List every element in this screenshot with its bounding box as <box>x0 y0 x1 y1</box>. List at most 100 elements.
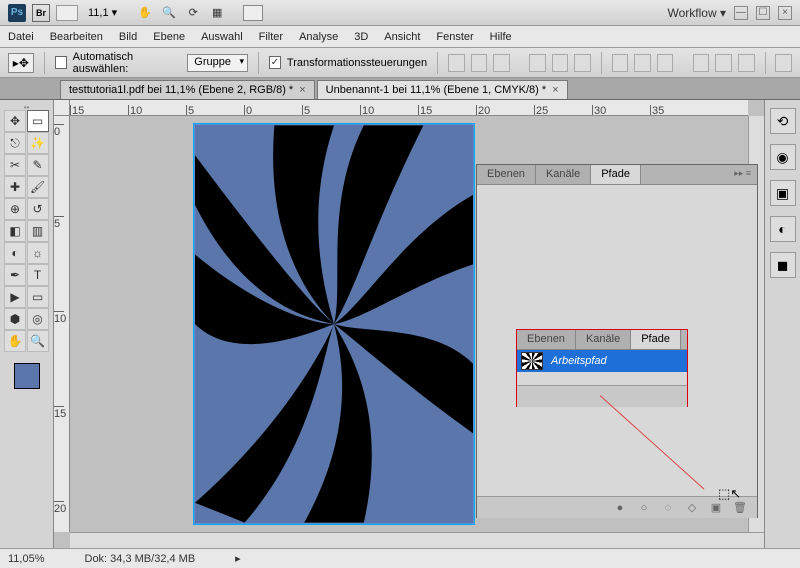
menu-fenster[interactable]: Fenster <box>436 31 473 43</box>
ruler-origin[interactable] <box>54 100 70 116</box>
zoom-tool[interactable]: 🔍 <box>27 330 49 352</box>
align-right-icon[interactable] <box>574 54 591 72</box>
tab-kanaele[interactable]: Kanäle <box>576 330 631 349</box>
menu-ebene[interactable]: Ebene <box>153 31 185 43</box>
distribute-bottom-icon[interactable] <box>657 54 674 72</box>
status-arrow-icon[interactable]: ▸ <box>235 552 241 565</box>
current-tool-indicator[interactable]: ▸✥ <box>8 53 34 73</box>
distribute-right-icon[interactable] <box>738 54 755 72</box>
align-top-icon[interactable] <box>448 54 465 72</box>
tab-kanaele[interactable]: Kanäle <box>536 165 591 184</box>
color-panel-icon[interactable]: ◉ <box>770 144 796 170</box>
photoshop-icon: Ps <box>8 4 26 22</box>
stroke-path-icon[interactable]: ○ <box>637 501 651 515</box>
menu-datei[interactable]: Datei <box>8 31 34 43</box>
dodge-tool[interactable]: ☼ <box>27 242 49 264</box>
screen-mode-button[interactable] <box>243 5 263 21</box>
eyedropper-tool[interactable]: ✎ <box>27 154 49 176</box>
menu-auswahl[interactable]: Auswahl <box>201 31 243 43</box>
history-panel-icon[interactable]: ⟲ <box>770 108 796 134</box>
auto-select-checkbox[interactable] <box>55 56 67 69</box>
tab-pfade[interactable]: Pfade <box>631 330 681 349</box>
color-swatches[interactable] <box>4 356 49 396</box>
status-zoom[interactable]: 11,05% <box>8 553 45 565</box>
move-tool[interactable]: ✥ <box>4 110 26 132</box>
shape-tool[interactable]: ▭ <box>27 286 49 308</box>
adjustments-panel-icon[interactable]: ◐ <box>770 216 796 242</box>
blur-tool[interactable]: ◐ <box>4 242 26 264</box>
menu-hilfe[interactable]: Hilfe <box>490 31 512 43</box>
type-tool[interactable]: T <box>27 264 49 286</box>
tab-ebenen[interactable]: Ebenen <box>517 330 576 349</box>
close-icon[interactable]: × <box>299 84 305 96</box>
menu-bearbeiten[interactable]: Bearbeiten <box>50 31 103 43</box>
selection-to-path-icon[interactable]: ◇ <box>685 501 699 515</box>
marquee-tool[interactable]: ▭ <box>27 110 49 132</box>
menu-filter[interactable]: Filter <box>259 31 283 43</box>
menu-bild[interactable]: Bild <box>119 31 137 43</box>
path-select-tool[interactable]: ▶ <box>4 286 26 308</box>
3d-tool[interactable]: ⬢ <box>4 308 26 330</box>
status-bar: 11,05% Dok: 34,3 MB/32,4 MB ▸ <box>0 548 800 568</box>
hand-tool[interactable]: ✋ <box>4 330 26 352</box>
tab-label: testtutoria1l.pdf bei 11,1% (Ebene 2, RG… <box>69 84 293 96</box>
document-canvas[interactable] <box>194 124 474 524</box>
crop-tool[interactable]: ✂ <box>4 154 26 176</box>
brush-tool[interactable]: 🖌 <box>27 176 49 198</box>
horizontal-scrollbar[interactable] <box>70 532 764 548</box>
path-to-selection-icon[interactable]: ◌ <box>661 501 675 515</box>
document-tab[interactable]: Unbenannt-1 bei 11,1% (Ebene 1, CMYK/8) … <box>317 80 568 99</box>
tab-ebenen[interactable]: Ebenen <box>477 165 536 184</box>
minimize-button[interactable]: — <box>734 6 748 20</box>
bridge-icon[interactable]: Br <box>32 4 50 22</box>
tab-pfade[interactable]: Pfade <box>591 165 641 184</box>
align-left-icon[interactable] <box>529 54 546 72</box>
status-doc-size[interactable]: Dok: 34,3 MB/32,4 MB <box>85 553 196 565</box>
lasso-tool[interactable]: ⎋ <box>4 132 26 154</box>
3d-camera-tool[interactable]: ◎ <box>27 308 49 330</box>
hand-icon[interactable]: ✋ <box>137 5 153 21</box>
close-icon[interactable]: × <box>552 84 558 96</box>
distribute-top-icon[interactable] <box>612 54 629 72</box>
transform-checkbox[interactable]: ✓ <box>269 56 281 69</box>
align-bottom-icon[interactable] <box>493 54 510 72</box>
pen-tool[interactable]: ✒ <box>4 264 26 286</box>
arrange-icon[interactable]: ▦ <box>209 5 225 21</box>
auto-align-icon[interactable] <box>775 54 792 72</box>
gradient-tool[interactable]: ▥ <box>27 220 49 242</box>
vertical-ruler[interactable]: 0 5 10 15 20 <box>54 116 70 532</box>
distribute-vcenter-icon[interactable] <box>634 54 651 72</box>
path-item-arbeitspfad[interactable]: Arbeitspfad <box>517 350 687 372</box>
close-button[interactable]: × <box>778 6 792 20</box>
history-brush-tool[interactable]: ↺ <box>27 198 49 220</box>
restore-button[interactable]: ☐ <box>756 6 770 20</box>
zoom-icon[interactable]: 🔍 <box>161 5 177 21</box>
distribute-left-icon[interactable] <box>693 54 710 72</box>
zoom-level[interactable]: 11,1 ▾ <box>88 6 117 19</box>
auto-select-dropdown[interactable]: Gruppe <box>187 54 248 72</box>
panel-menu-icon[interactable]: ▸▸ ≡ <box>728 165 757 184</box>
masks-panel-icon[interactable]: ◼ <box>770 252 796 278</box>
menu-analyse[interactable]: Analyse <box>299 31 338 43</box>
workspace-switcher[interactable]: Workflow ▾ <box>668 6 726 20</box>
horizontal-ruler[interactable]: 15 10 5 0 5 10 15 20 25 30 35 <box>70 100 748 116</box>
align-middle-icon[interactable] <box>471 54 488 72</box>
panel-footer: ● ○ ◌ ◇ ▣ 🗑 <box>477 496 757 518</box>
styles-panel-icon[interactable]: ▣ <box>770 180 796 206</box>
rotate-icon[interactable]: ⟳ <box>185 5 201 21</box>
healing-tool[interactable]: ✚ <box>4 176 26 198</box>
fill-path-icon[interactable]: ● <box>613 501 627 515</box>
wand-tool[interactable]: ✨ <box>27 132 49 154</box>
distribute-hcenter-icon[interactable] <box>715 54 732 72</box>
menu-ansicht[interactable]: Ansicht <box>384 31 420 43</box>
eraser-tool[interactable]: ◧ <box>4 220 26 242</box>
stamp-tool[interactable]: ⊕ <box>4 198 26 220</box>
new-path-icon[interactable]: ▣ <box>709 501 723 515</box>
foreground-color[interactable] <box>14 363 40 389</box>
paths-panel-highlight: Ebenen Kanäle Pfade Arbeitspfad <box>516 329 688 407</box>
align-center-icon[interactable] <box>552 54 569 72</box>
menu-3d[interactable]: 3D <box>354 31 368 43</box>
delete-path-icon[interactable]: 🗑 <box>733 501 747 515</box>
mini-bridge-icon[interactable] <box>56 5 78 21</box>
document-tab[interactable]: testtutoria1l.pdf bei 11,1% (Ebene 2, RG… <box>60 80 315 99</box>
